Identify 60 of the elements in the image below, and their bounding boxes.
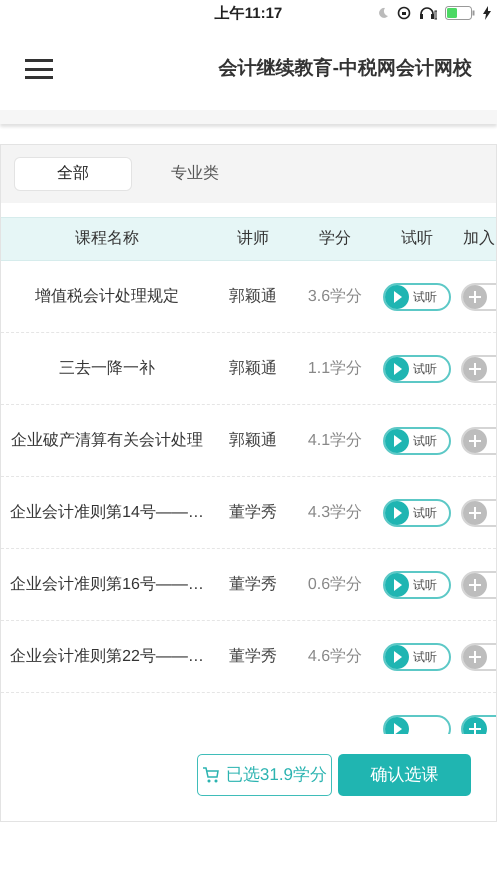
moon-icon	[377, 7, 389, 19]
category-tab[interactable]: 全部	[14, 157, 132, 191]
play-icon	[385, 716, 409, 734]
column-header: 讲师	[236, 228, 270, 249]
course-name: 增值税会计处理规定	[35, 286, 179, 306]
plus-icon	[463, 284, 487, 308]
play-icon	[385, 572, 409, 596]
page-title: 会计继续教育-中税网会计网校	[218, 56, 472, 81]
plus-icon	[463, 572, 487, 596]
add-toggle[interactable]	[461, 354, 496, 382]
preview-button[interactable]: 试听	[383, 498, 451, 526]
course-name: 企业会计准则第14号——…	[10, 502, 204, 522]
credit-value: 4.1学分	[308, 430, 362, 450]
plus-icon	[463, 428, 487, 452]
add-toggle[interactable]	[461, 498, 496, 526]
add-toggle[interactable]	[461, 642, 496, 670]
add-toggle[interactable]	[461, 570, 496, 598]
preview-button[interactable]: 试听	[383, 282, 451, 310]
credit-value: 4.6学分	[308, 646, 362, 666]
headphones-icon	[419, 6, 437, 20]
preview-button[interactable]: 试听	[383, 570, 451, 598]
teacher-name: 董学秀	[229, 574, 277, 594]
course-name: 三去一降一补	[59, 358, 155, 378]
plus-icon	[463, 356, 487, 380]
teacher-name: 董学秀	[229, 502, 277, 522]
rotation-lock-icon	[397, 6, 411, 20]
cart-icon	[202, 766, 220, 784]
course-name: 企业会计准则第22号——…	[10, 646, 204, 666]
teacher-name: 郭颖通	[229, 430, 277, 450]
credit-value: 4.3学分	[308, 502, 362, 522]
play-icon	[385, 500, 409, 524]
menu-button[interactable]	[25, 57, 53, 81]
plus-icon	[463, 500, 487, 524]
preview-button[interactable]: 试听	[383, 354, 451, 382]
column-header: 加入	[462, 228, 496, 249]
course-name: 企业破产清算有关会计处理	[11, 430, 203, 450]
column-header: 学分	[318, 229, 352, 249]
battery-icon	[445, 6, 475, 20]
credit-value: 3.6学分	[308, 286, 362, 306]
play-icon	[385, 284, 409, 308]
teacher-name: 董学秀	[229, 646, 277, 666]
preview-button[interactable]: 试听	[383, 642, 451, 670]
plus-icon	[463, 644, 487, 668]
course-name: 企业会计准则第16号——…	[10, 574, 204, 594]
play-icon	[385, 644, 409, 668]
play-icon	[385, 428, 409, 452]
play-icon	[385, 356, 409, 380]
charging-icon	[483, 6, 491, 20]
teacher-name: 郭颖通	[229, 358, 277, 378]
column-header: 试听	[400, 228, 434, 249]
credit-value: 0.6学分	[308, 574, 362, 594]
add-toggle[interactable]	[461, 426, 496, 454]
teacher-name: 郭颖通	[229, 286, 277, 306]
plus-icon	[463, 716, 487, 734]
add-toggle[interactable]	[461, 282, 496, 310]
credit-value: 1.1学分	[308, 358, 362, 378]
column-header: 课程名称	[74, 229, 140, 249]
category-tab[interactable]: 专业类	[136, 157, 254, 191]
preview-button[interactable]: 试听	[383, 426, 451, 454]
status-time: 上午11:17	[214, 4, 282, 24]
